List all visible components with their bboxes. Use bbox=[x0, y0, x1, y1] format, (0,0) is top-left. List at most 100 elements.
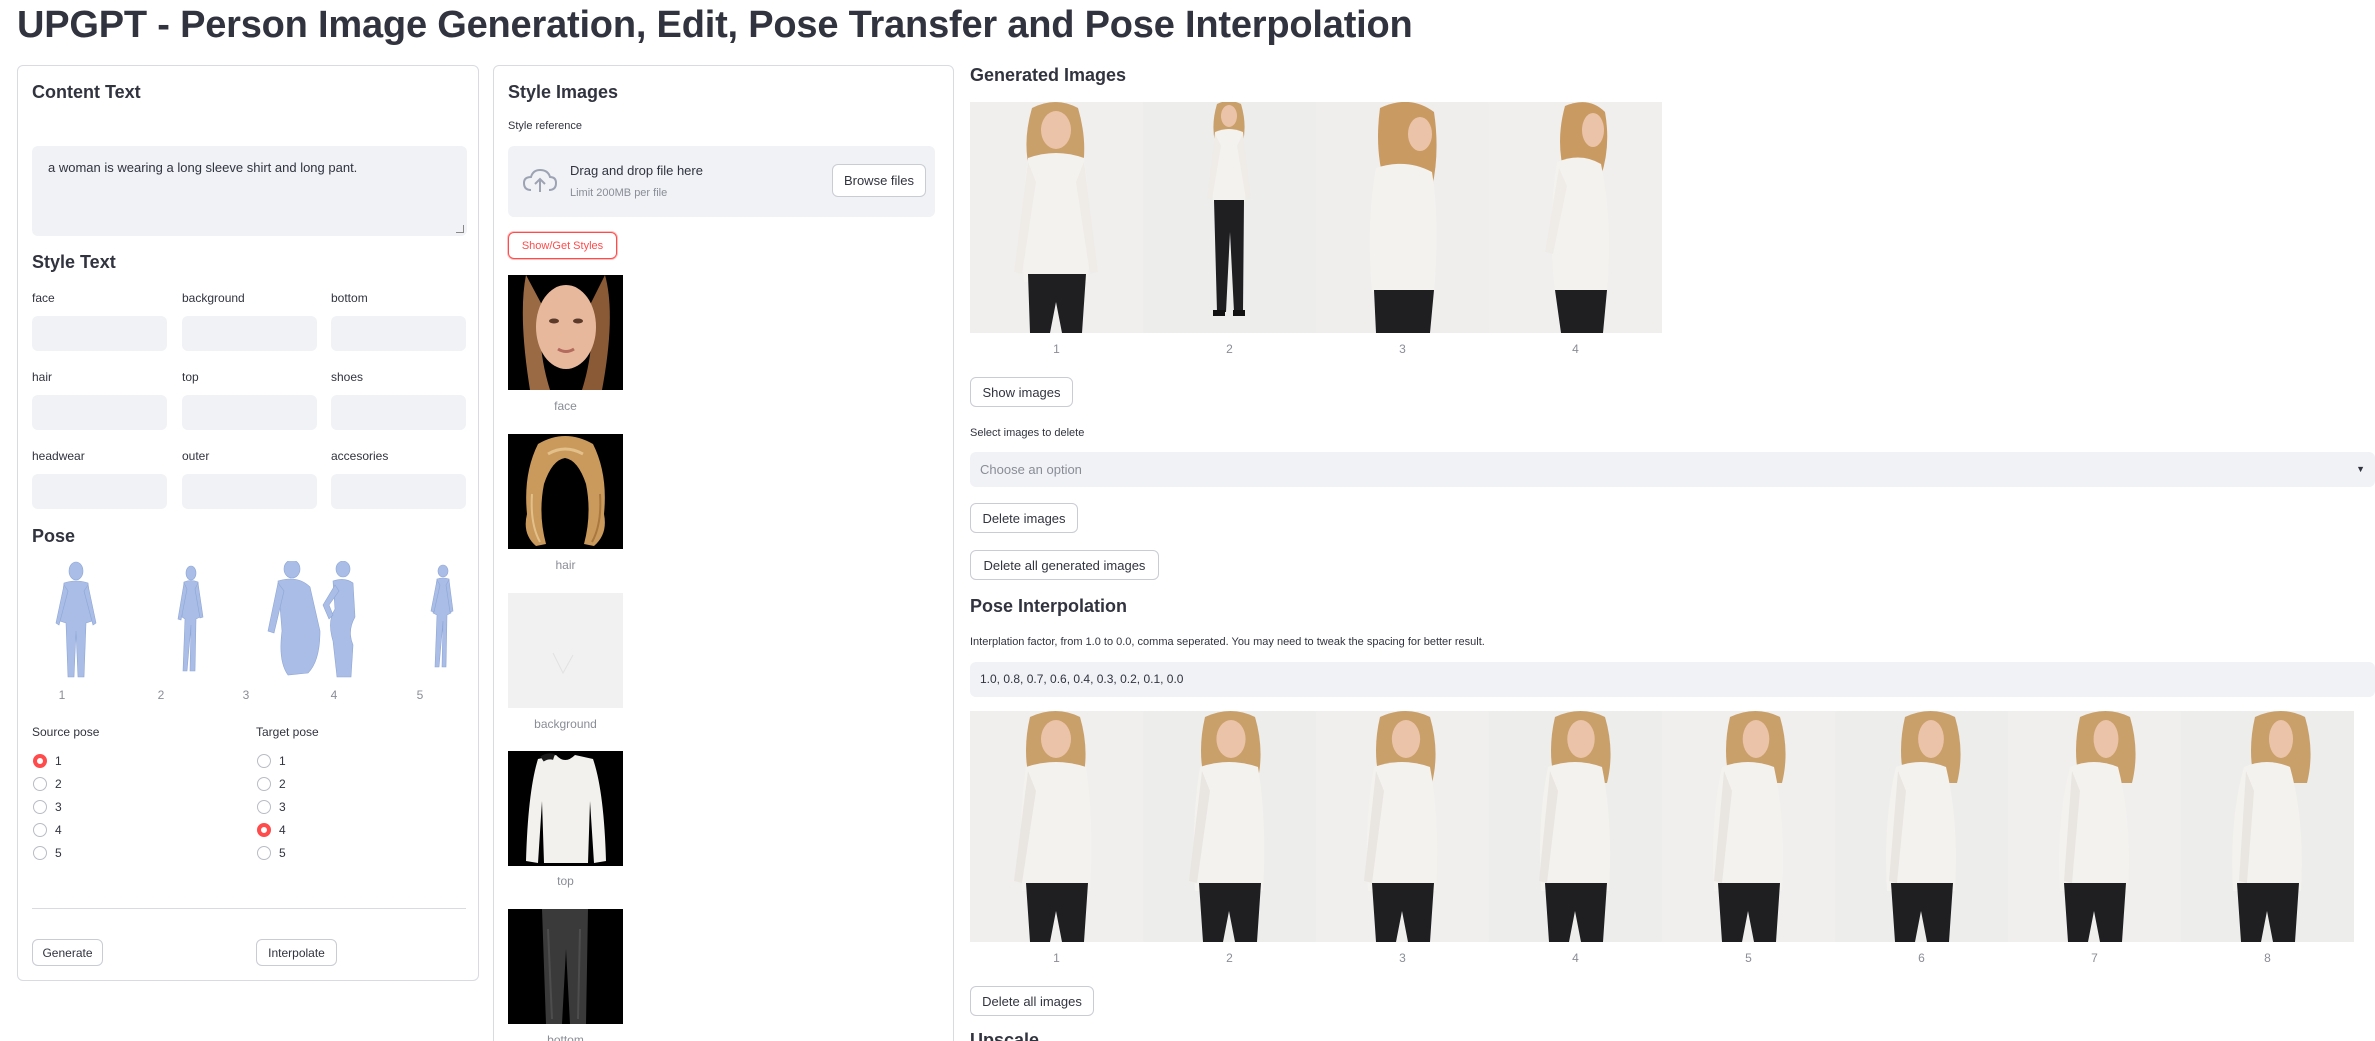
source-radio-label-2: 2 bbox=[55, 777, 62, 791]
pose-figure-4 bbox=[322, 561, 356, 678]
generate-button[interactable]: Generate bbox=[32, 939, 103, 966]
browse-files-button[interactable]: Browse files bbox=[832, 164, 926, 197]
resize-grip-icon[interactable] bbox=[456, 225, 464, 233]
shoes-input[interactable] bbox=[331, 395, 466, 430]
style-hair-caption: hair bbox=[555, 558, 576, 572]
interpolation-image-8 bbox=[2181, 711, 2354, 942]
target-radio-label-1: 1 bbox=[279, 754, 286, 768]
delete-all-images-button[interactable]: Delete all images bbox=[970, 986, 1094, 1016]
face-label: face bbox=[32, 291, 55, 305]
source-radio-1[interactable] bbox=[33, 754, 47, 768]
pose-interpolation-header: Pose Interpolation bbox=[970, 596, 1128, 616]
outer-input[interactable] bbox=[182, 474, 317, 509]
pose-figure-5 bbox=[430, 564, 454, 668]
interpolation-factor-value: 1.0, 0.8, 0.7, 0.6, 0.4, 0.3, 0.2, 0.1, … bbox=[980, 672, 1184, 686]
style-bottom-caption: bottom bbox=[547, 1033, 584, 1041]
interpolation-caption-1: 1 bbox=[1053, 951, 1060, 965]
target-radio-4[interactable] bbox=[257, 823, 271, 837]
target-radio-label-4: 4 bbox=[279, 823, 286, 837]
style-images-panel: Style Images Style reference Drag and dr… bbox=[493, 65, 954, 1041]
generated-image-1 bbox=[970, 102, 1143, 333]
interpolation-image-1 bbox=[970, 711, 1143, 942]
left-panel: Content Text a woman is wearing a long s… bbox=[17, 65, 479, 981]
generated-image-3 bbox=[1316, 102, 1489, 333]
style-face-image bbox=[508, 275, 623, 390]
interpolation-image-6 bbox=[1835, 711, 2008, 942]
source-radio-label-1: 1 bbox=[55, 754, 62, 768]
pose-figure-1 bbox=[55, 561, 97, 678]
select-placeholder: Choose an option bbox=[980, 462, 1082, 477]
source-pose-label: Source pose bbox=[32, 725, 100, 739]
delete-images-select[interactable]: Choose an option ▼ bbox=[970, 452, 2375, 487]
interpolate-button[interactable]: Interpolate bbox=[256, 939, 337, 966]
target-radio-3[interactable] bbox=[257, 800, 271, 814]
hair-input[interactable] bbox=[32, 395, 167, 430]
interpolation-factor-input[interactable]: 1.0, 0.8, 0.7, 0.6, 0.4, 0.3, 0.2, 0.1, … bbox=[970, 662, 2375, 697]
source-radio-4[interactable] bbox=[33, 823, 47, 837]
generated-caption-1: 1 bbox=[1053, 342, 1060, 356]
top-input[interactable] bbox=[182, 395, 317, 430]
show-get-styles-button[interactable]: Show/Get Styles bbox=[508, 232, 617, 259]
outer-label: outer bbox=[182, 449, 210, 463]
style-images-header: Style Images bbox=[508, 82, 619, 102]
interpolation-caption-7: 7 bbox=[2091, 951, 2098, 965]
headwear-label: headwear bbox=[32, 449, 85, 463]
delete-images-button[interactable]: Delete images bbox=[970, 503, 1078, 533]
file-uploader[interactable]: Drag and drop file here Limit 200MB per … bbox=[508, 146, 935, 217]
accesories-input[interactable] bbox=[331, 474, 466, 509]
target-radio-1[interactable] bbox=[257, 754, 271, 768]
divider bbox=[32, 908, 466, 909]
interpolation-image-7 bbox=[2008, 711, 2181, 942]
generated-caption-4: 4 bbox=[1572, 342, 1579, 356]
pose-caption-5: 5 bbox=[416, 688, 424, 702]
pose-header: Pose bbox=[32, 526, 76, 546]
interpolation-caption-3: 3 bbox=[1399, 951, 1406, 965]
style-background-caption: background bbox=[534, 717, 597, 731]
content-text-header: Content Text bbox=[32, 82, 141, 102]
delete-all-generated-button[interactable]: Delete all generated images bbox=[970, 550, 1159, 580]
interpolation-factor-label: Interplation factor, from 1.0 to 0.0, co… bbox=[970, 636, 1485, 648]
target-radio-label-2: 2 bbox=[279, 777, 286, 791]
interpolation-caption-4: 4 bbox=[1572, 951, 1579, 965]
show-images-button[interactable]: Show images bbox=[970, 377, 1073, 407]
bottom-input[interactable] bbox=[331, 316, 466, 351]
interpolation-caption-2: 2 bbox=[1226, 951, 1233, 965]
pose-caption-1: 1 bbox=[58, 688, 66, 702]
hair-label: hair bbox=[32, 370, 53, 384]
target-radio-label-3: 3 bbox=[279, 800, 286, 814]
background-label: background bbox=[182, 291, 245, 305]
limit-text: Limit 200MB per file bbox=[570, 187, 668, 199]
interpolation-image-4 bbox=[1489, 711, 1662, 942]
upscale-header: Upscale bbox=[970, 1030, 1040, 1041]
style-top-caption: top bbox=[557, 874, 574, 888]
target-pose-label: Target pose bbox=[256, 725, 319, 739]
style-background-image bbox=[508, 593, 623, 708]
interpolation-caption-6: 6 bbox=[1918, 951, 1925, 965]
generated-caption-3: 3 bbox=[1399, 342, 1406, 356]
interpolation-caption-5: 5 bbox=[1745, 951, 1752, 965]
source-radio-label-4: 4 bbox=[55, 823, 62, 837]
background-input[interactable] bbox=[182, 316, 317, 351]
source-radio-3[interactable] bbox=[33, 800, 47, 814]
generated-caption-2: 2 bbox=[1226, 342, 1233, 356]
pose-caption-4: 4 bbox=[330, 688, 338, 702]
content-text-area[interactable]: a woman is wearing a long sleeve shirt a… bbox=[32, 146, 467, 236]
style-bottom-image bbox=[508, 909, 623, 1024]
page-title: UPGPT - Person Image Generation, Edit, P… bbox=[17, 4, 1413, 46]
pose-figure-2 bbox=[177, 565, 204, 672]
face-input[interactable] bbox=[32, 316, 167, 351]
bottom-label: bottom bbox=[331, 291, 368, 305]
interpolation-image-2 bbox=[1143, 711, 1316, 942]
source-radio-2[interactable] bbox=[33, 777, 47, 791]
source-radio-5[interactable] bbox=[33, 846, 47, 860]
target-radio-2[interactable] bbox=[257, 777, 271, 791]
top-label: top bbox=[182, 370, 199, 384]
target-radio-5[interactable] bbox=[257, 846, 271, 860]
style-top-image bbox=[508, 751, 623, 866]
select-delete-label: Select images to delete bbox=[970, 427, 1085, 439]
interpolation-image-5 bbox=[1662, 711, 1835, 942]
style-face-caption: face bbox=[554, 399, 577, 413]
drop-text: Drag and drop file here bbox=[570, 163, 703, 178]
source-radio-label-3: 3 bbox=[55, 800, 62, 814]
headwear-input[interactable] bbox=[32, 474, 167, 509]
